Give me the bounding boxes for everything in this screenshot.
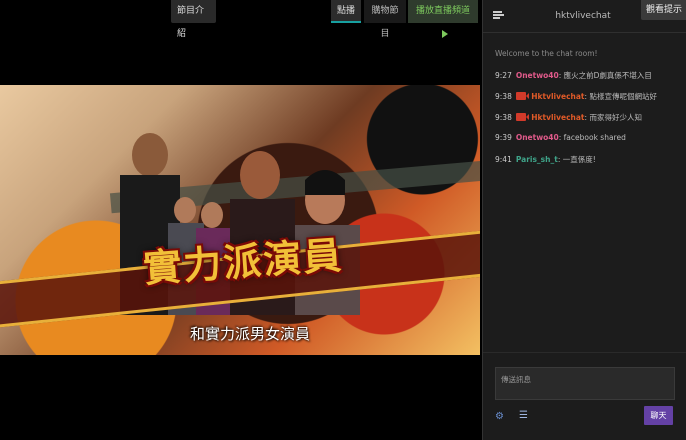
video-frame[interactable]: 實力派演員 和實力派男女演員 [0,85,480,355]
chat-send-button[interactable]: 聊天 [644,406,673,425]
menu-icon[interactable] [493,11,504,20]
message-time: 9:38 [495,92,512,101]
chat-message: 9:39 Onetwo40: facebook shared [495,133,680,154]
message-text: : 應火之前D劇真係不堪入目 [558,71,652,80]
viewer-tips-button[interactable]: 觀看提示 [640,0,686,20]
chat-message-input[interactable]: 傳送訊息 [495,367,675,400]
chat-message: 9:27 Onetwo40: 應火之前D劇真係不堪入目 [495,70,680,91]
gear-icon[interactable]: ⚙ [495,411,504,422]
chat-message: 9:38 Hktvlivechat: 點樣宣傳呢個網站好 [495,91,680,112]
chat-title: hktvlivechat [555,11,611,21]
tab-shopping[interactable]: 購物節目 [364,0,406,39]
chat-panel: hktvlivechat 觀看提示 Welcome to the chat ro… [482,0,686,440]
message-time: 9:39 [495,133,512,142]
chat-message: 9:41 Paris_sh_t: 一直係度! [495,154,680,175]
tab-live-channel-label: 播放直播頻道 [415,6,470,16]
video-player: 節目介紹 點播 購物節目 播放直播頻道 實力派演員 和實力派男女演員 [0,0,482,440]
message-time: 9:38 [495,113,512,122]
chat-messages: 9:27 Onetwo40: 應火之前D劇真係不堪入目 9:38 Hktvlive… [495,70,680,175]
list-icon[interactable]: ☰ [519,410,528,421]
message-user[interactable]: Paris_sh_t [516,155,558,164]
welcome-message: Welcome to the chat room! [495,49,598,58]
message-user[interactable]: Onetwo40 [516,71,559,80]
program-info-button[interactable]: 節目介紹 [171,0,216,39]
message-time: 9:41 [495,155,512,164]
message-user[interactable]: Onetwo40 [516,133,559,142]
chat-divider [483,352,686,353]
message-text: : facebook shared [558,133,626,142]
play-icon [441,29,448,38]
message-text: : 一直係度! [557,155,596,164]
chat-header: hktvlivechat 觀看提示 [483,0,686,33]
tab-live-channel[interactable]: 播放直播頻道 [408,0,478,38]
message-user[interactable]: Hktvlivechat [531,92,584,101]
tab-on-demand[interactable]: 點播 [331,0,361,23]
video-subtitle: 和實力派男女演員 [189,325,310,343]
camera-icon [515,113,529,121]
message-text: : 點樣宣傳呢個網站好 [584,92,657,101]
camera-icon [515,92,529,100]
message-text: : 而家得好少人知 [584,113,642,122]
message-user[interactable]: Hktvlivechat [531,113,584,122]
message-time: 9:27 [495,71,512,80]
chat-message: 9:38 Hktvlivechat: 而家得好少人知 [495,112,680,133]
